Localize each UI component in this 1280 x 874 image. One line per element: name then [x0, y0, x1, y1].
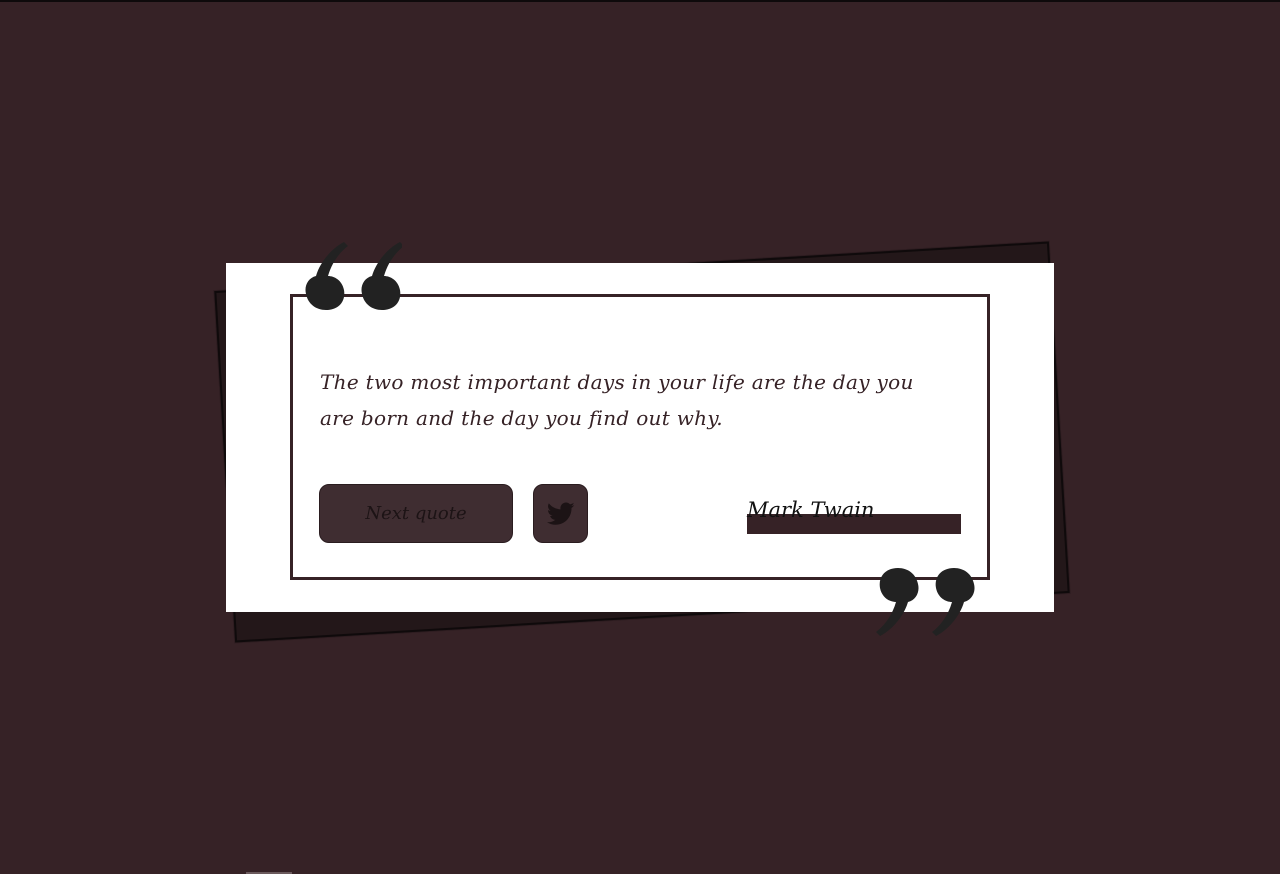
- open-quote-icon: [305, 242, 402, 310]
- tweet-button[interactable]: [533, 484, 588, 543]
- quote-text: The two most important days in your life…: [320, 370, 914, 430]
- twitter-icon: [546, 501, 575, 525]
- close-quote-icon: [876, 568, 975, 636]
- quote-author: Mark Twain: [747, 498, 875, 522]
- top-border: [0, 0, 1280, 2]
- next-quote-button[interactable]: Next quote: [319, 484, 513, 543]
- next-quote-label: Next quote: [365, 503, 467, 524]
